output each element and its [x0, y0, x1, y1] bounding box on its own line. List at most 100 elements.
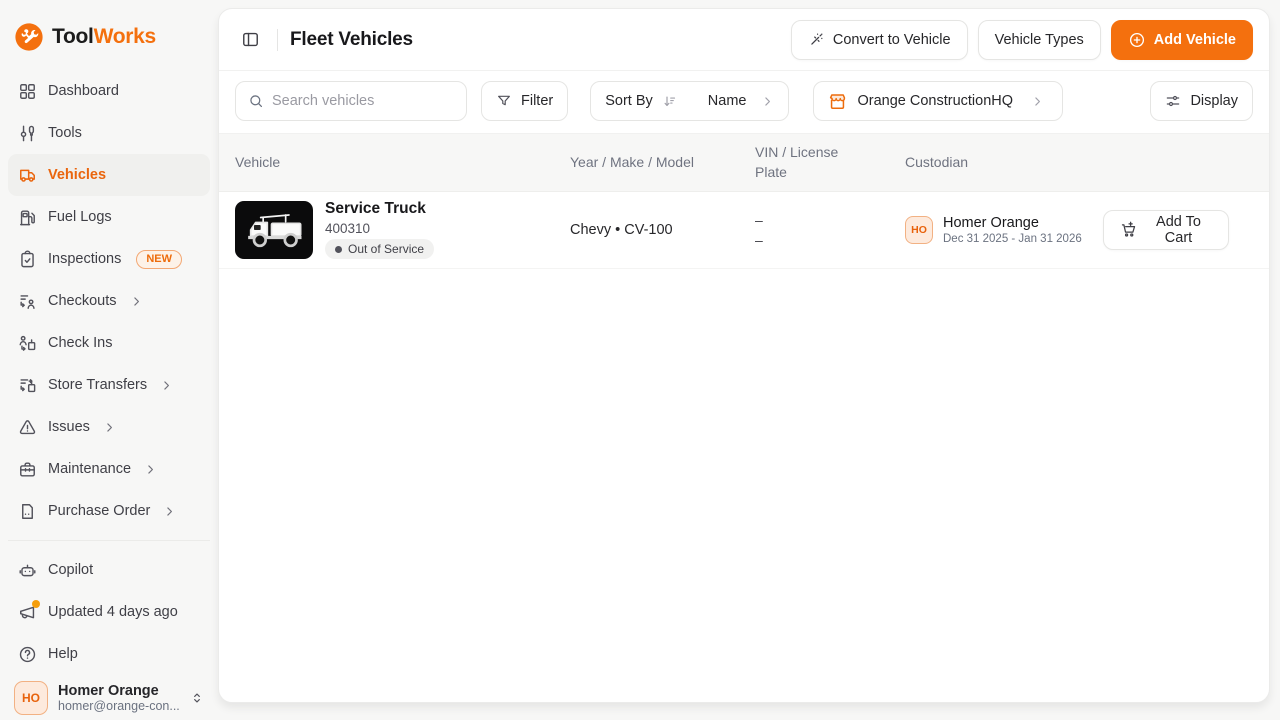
status-badge: Out of Service [325, 239, 434, 259]
user-avatar: HO [14, 681, 48, 715]
custodian-cell: HO Homer Orange Dec 31 2025 - Jan 31 202… [905, 192, 1103, 268]
cart-plus-icon [1120, 221, 1137, 238]
add-to-cart-button[interactable]: Add To Cart [1103, 210, 1229, 250]
sidebar-item-label: Dashboard [48, 83, 119, 99]
vehicle-cell: Service Truck 400310 Out of Service [219, 192, 570, 268]
checkout-icon [18, 292, 37, 311]
sidebar-item-maintenance[interactable]: Maintenance [8, 448, 210, 490]
storefront-icon [828, 92, 847, 111]
search-box [235, 81, 467, 121]
search-icon [248, 93, 264, 109]
sidebar-item-check-ins[interactable]: Check Ins [8, 322, 210, 364]
status-label: Out of Service [348, 242, 424, 256]
sort-by-label: Sort By [605, 93, 653, 109]
convert-to-vehicle-button[interactable]: Convert to Vehicle [791, 20, 968, 60]
vehicle-thumbnail [235, 201, 313, 259]
purchase-order-icon [18, 502, 37, 521]
sidebar-item-label: Vehicles [48, 167, 106, 183]
brand-logo: ToolWorks [8, 18, 210, 70]
filter-icon [496, 93, 512, 109]
sidebar-item-label: Check Ins [48, 335, 112, 351]
status-dot-icon [335, 246, 342, 253]
vehicle-types-button[interactable]: Vehicle Types [978, 20, 1101, 60]
user-menu[interactable]: HO Homer Orange homer@orange-con... [8, 675, 210, 720]
sort-value: Name [708, 93, 747, 109]
custodian-period: Dec 31 2025 - Jan 31 2026 [943, 233, 1082, 245]
action-cell: Add To Cart [1103, 192, 1269, 268]
sidebar-item-label: Tools [48, 125, 82, 141]
megaphone-icon [18, 603, 37, 622]
fuel-pump-icon [18, 208, 37, 227]
main-panel: Fleet Vehicles Convert to Vehicle Vehicl… [218, 8, 1270, 703]
toolbar: Filter Sort By Name Orange ConstructionH… [219, 71, 1269, 133]
notification-dot [32, 600, 40, 608]
sidebar-footer-nav: Copilot Updated 4 days ago Help [8, 540, 210, 675]
sidebar-item-help[interactable]: Help [8, 633, 210, 675]
custodian-meta: Homer Orange Dec 31 2025 - Jan 31 2026 [943, 215, 1082, 245]
sidebar-item-label: Issues [48, 419, 90, 435]
column-header-vin: VIN / License Plate [755, 134, 865, 191]
sort-control[interactable]: Sort By Name [590, 81, 789, 121]
chevron-right-icon [103, 421, 116, 434]
sidebar-item-tools[interactable]: Tools [8, 112, 210, 154]
custodian-name: Homer Orange [943, 215, 1082, 231]
add-vehicle-button[interactable]: Add Vehicle [1111, 20, 1253, 60]
chevron-right-icon [163, 505, 176, 518]
chevron-right-icon [144, 463, 157, 476]
display-label: Display [1190, 93, 1238, 109]
vehicle-name[interactable]: Service Truck [325, 200, 434, 218]
sidebar-item-copilot[interactable]: Copilot [8, 549, 210, 591]
user-name: Homer Orange [58, 683, 180, 699]
sidebar-item-issues[interactable]: Issues [8, 406, 210, 448]
convert-to-vehicle-label: Convert to Vehicle [833, 32, 951, 48]
user-meta: Homer Orange homer@orange-con... [58, 683, 180, 713]
sidebar-item-purchase-order[interactable]: Purchase Order [8, 490, 210, 532]
display-button[interactable]: Display [1150, 81, 1253, 121]
page-header: Fleet Vehicles Convert to Vehicle Vehicl… [219, 9, 1269, 71]
sidebar-item-label: Purchase Order [48, 503, 150, 519]
robot-icon [18, 561, 37, 580]
sidebar-toggle-button[interactable] [235, 25, 265, 55]
filter-label: Filter [521, 93, 553, 109]
filter-button[interactable]: Filter [481, 81, 568, 121]
toolworks-logo-icon [14, 22, 44, 52]
sidebar-item-fuel-logs[interactable]: Fuel Logs [8, 196, 210, 238]
sort-icon [662, 94, 677, 109]
sidebar-item-updates[interactable]: Updated 4 days ago [8, 591, 210, 633]
search-input[interactable] [272, 93, 454, 109]
sidebar-item-label: Updated 4 days ago [48, 604, 178, 620]
sidebar-item-vehicles[interactable]: Vehicles [8, 154, 210, 196]
sidebar-item-inspections[interactable]: Inspections NEW [8, 238, 210, 280]
header-actions: Convert to Vehicle Vehicle Types Add Veh… [791, 20, 1253, 60]
brand-name: ToolWorks [52, 25, 156, 49]
table-row[interactable]: Service Truck 400310 Out of Service Chev… [219, 192, 1269, 269]
column-header-custodian: Custodian [905, 134, 1103, 191]
license-plate-value: – [755, 232, 763, 248]
vehicle-asset-id: 400310 [325, 221, 434, 236]
header-divider [277, 29, 278, 51]
sidebar-item-store-transfers[interactable]: Store Transfers [8, 364, 210, 406]
sidebar-item-label: Copilot [48, 562, 93, 578]
sidebar-item-dashboard[interactable]: Dashboard [8, 70, 210, 112]
year-make-model-cell: Chevy • CV-100 [570, 192, 755, 268]
column-header-vehicle: Vehicle [219, 134, 570, 191]
column-header-year-make-model: Year / Make / Model [570, 134, 755, 191]
vin-license-cell: – – [755, 192, 905, 268]
chevron-right-icon [1031, 95, 1044, 108]
location-selector[interactable]: Orange ConstructionHQ [813, 81, 1063, 121]
truck-icon [18, 166, 37, 185]
sidebar: ToolWorks Dashboard Tools Vehicles Fuel [0, 0, 218, 720]
vehicle-types-label: Vehicle Types [995, 32, 1084, 48]
add-vehicle-label: Add Vehicle [1154, 32, 1236, 48]
chevron-right-icon [160, 379, 173, 392]
sliders-icon [1165, 93, 1181, 109]
location-value: Orange ConstructionHQ [857, 93, 1013, 109]
chevron-right-icon [130, 295, 143, 308]
dashboard-icon [18, 82, 37, 101]
tools-icon [18, 124, 37, 143]
sidebar-item-checkouts[interactable]: Checkouts [8, 280, 210, 322]
chevron-updown-icon [190, 691, 204, 705]
plus-circle-icon [1128, 31, 1146, 49]
custodian-avatar: HO [905, 216, 933, 244]
clipboard-check-icon [18, 250, 37, 269]
